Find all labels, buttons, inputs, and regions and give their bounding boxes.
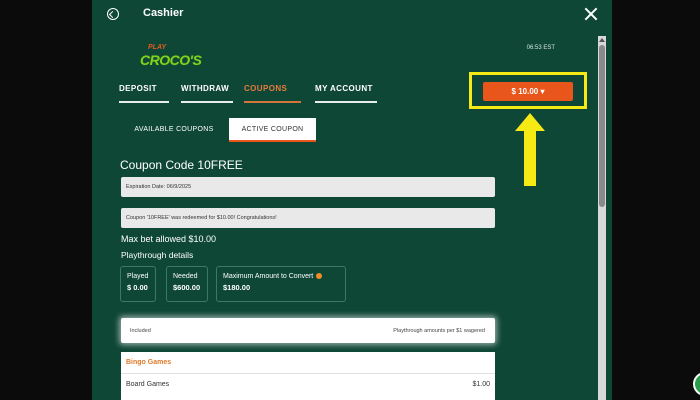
scrollbar[interactable] xyxy=(598,36,606,400)
tab-coupons[interactable]: COUPONS xyxy=(244,79,301,103)
tab-label: DEPOSIT xyxy=(119,84,157,93)
tab-underline xyxy=(244,101,301,103)
stat-label-text: Maximum Amount to Convert xyxy=(223,273,314,280)
title-bar: Cashier xyxy=(92,0,612,30)
tab-underline xyxy=(119,101,169,103)
tab-underline xyxy=(181,101,233,103)
stat-needed: Needed $600.00 xyxy=(166,266,208,302)
close-icon[interactable] xyxy=(584,7,598,21)
logo-play: PLAY xyxy=(148,44,167,51)
tab-withdraw[interactable]: WITHDRAW xyxy=(181,79,233,103)
scroll-thumb[interactable] xyxy=(599,45,605,207)
stat-label: Needed xyxy=(173,273,198,280)
logo-croco: CROCO'S xyxy=(140,52,202,68)
stat-value: $600.00 xyxy=(173,283,201,292)
included-label: Included xyxy=(130,328,151,334)
stat-value: $ 0.00 xyxy=(127,283,148,292)
games-table: Bingo Games Board Games $1.00 xyxy=(121,352,495,400)
stat-max-convert: Maximum Amount to Convert $180.00 xyxy=(216,266,346,302)
backdrop-left xyxy=(0,0,92,400)
scroll-up-icon[interactable] xyxy=(599,38,605,42)
backdrop-right xyxy=(612,0,700,400)
tab-label: MY ACCOUNT xyxy=(315,84,373,93)
cashier-modal: Cashier PLAY CROCO'S 06:53 EST DEPOSIT W… xyxy=(92,0,612,400)
subtab-active-coupon[interactable]: ACTIVE COUPON xyxy=(229,118,316,142)
game-amount: $1.00 xyxy=(472,381,490,388)
playthrough-note: Playthrough amounts per $1 wagered xyxy=(393,328,485,334)
stat-played: Played $ 0.00 xyxy=(120,266,156,302)
coupon-code: Coupon Code 10FREE xyxy=(120,158,243,172)
redeem-message: Coupon '10FREE' was redeemed for $10.00!… xyxy=(121,208,495,228)
info-icon[interactable] xyxy=(316,273,323,280)
tab-my-account[interactable]: MY ACCOUNT xyxy=(315,79,377,103)
playthrough-label: Playthrough details xyxy=(121,250,194,260)
tab-underline xyxy=(315,101,377,103)
stat-value: $180.00 xyxy=(223,283,251,292)
included-header: Included Playthrough amounts per $1 wage… xyxy=(121,318,495,343)
balance-button[interactable]: $ 10.00 ▾ xyxy=(483,82,573,101)
divider xyxy=(121,373,495,374)
expiration-date: Expiration Date: 06/9/2025 xyxy=(121,177,495,197)
game-category: Bingo Games xyxy=(126,359,172,366)
tab-deposit[interactable]: DEPOSIT xyxy=(119,79,169,103)
arrow-up-icon xyxy=(515,113,545,186)
stat-label: Played xyxy=(127,273,149,280)
subtab-available-coupons[interactable]: AVAILABLE COUPONS xyxy=(120,118,228,142)
max-bet: Max bet allowed $10.00 xyxy=(121,234,217,244)
game-name: Board Games xyxy=(126,381,170,388)
window-title: Cashier xyxy=(143,7,184,19)
tab-label: WITHDRAW xyxy=(181,84,230,93)
clock-time: 06:53 EST xyxy=(526,45,555,51)
stat-label: Maximum Amount to Convert xyxy=(223,273,339,280)
tab-label: COUPONS xyxy=(244,84,288,93)
back-icon[interactable] xyxy=(107,8,119,20)
logo: PLAY CROCO'S xyxy=(140,44,202,72)
